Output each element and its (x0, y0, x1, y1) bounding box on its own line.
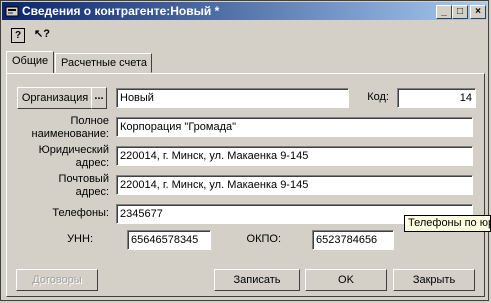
postal-address-field[interactable]: 220014, г. Минск, ул. Макаенка 9-145 (116, 175, 473, 195)
counterparty-type-field[interactable]: Новый (116, 88, 349, 108)
phones-label: Телефоны: (52, 207, 109, 219)
app-icon (5, 6, 19, 17)
full-name-field[interactable]: Корпорация "Громада" (116, 117, 473, 137)
unn-label: УНН: (67, 233, 93, 245)
organization-picker-button[interactable]: ... (91, 87, 107, 109)
tab-general[interactable]: Общие (6, 51, 54, 73)
legal-address-label-line1: Юридический (38, 144, 109, 156)
postal-address-label-line1: Почтовый (58, 173, 109, 185)
tab-accounts[interactable]: Расчетные счета (55, 53, 152, 73)
title-bar[interactable]: Сведения о контрагенте:Новый * _ □ × (2, 2, 487, 20)
okpo-field[interactable]: 6523784656 (312, 230, 394, 250)
toolbar: ? ↖? (5, 25, 65, 45)
ok-button[interactable]: OK (305, 269, 387, 291)
full-name-label-line1: Полное (70, 115, 109, 127)
contracts-button: Договоры (16, 269, 98, 291)
unn-field[interactable]: 65646578345 (127, 230, 211, 250)
code-label: Код: (367, 91, 389, 103)
code-field[interactable]: 14 (397, 88, 476, 108)
postal-address-label-line2: адрес: (75, 186, 109, 198)
dialog-window: Сведения о контрагенте:Новый * _ □ × ? ↖… (0, 0, 489, 301)
full-name-label-line2: наименование: (31, 128, 109, 140)
help-icon[interactable]: ? (11, 28, 25, 43)
close-window-button[interactable]: × (470, 5, 486, 19)
minimize-button[interactable]: _ (436, 5, 452, 19)
close-button[interactable]: Закрыть (393, 269, 475, 291)
okpo-label: ОКПО: (246, 233, 281, 245)
maximize-button[interactable]: □ (452, 5, 468, 19)
organization-button[interactable]: Организация (17, 87, 93, 109)
save-button[interactable]: Записать (214, 269, 300, 291)
window-title: Сведения о контрагенте:Новый * (22, 4, 220, 18)
whats-this-icon[interactable]: ↖? (33, 25, 51, 43)
legal-address-field[interactable]: 220014, г. Минск, ул. Макаенка 9-145 (116, 146, 473, 166)
legal-address-label-line2: адрес: (75, 157, 109, 169)
phones-tooltip: Телефоны по юр (404, 215, 491, 232)
